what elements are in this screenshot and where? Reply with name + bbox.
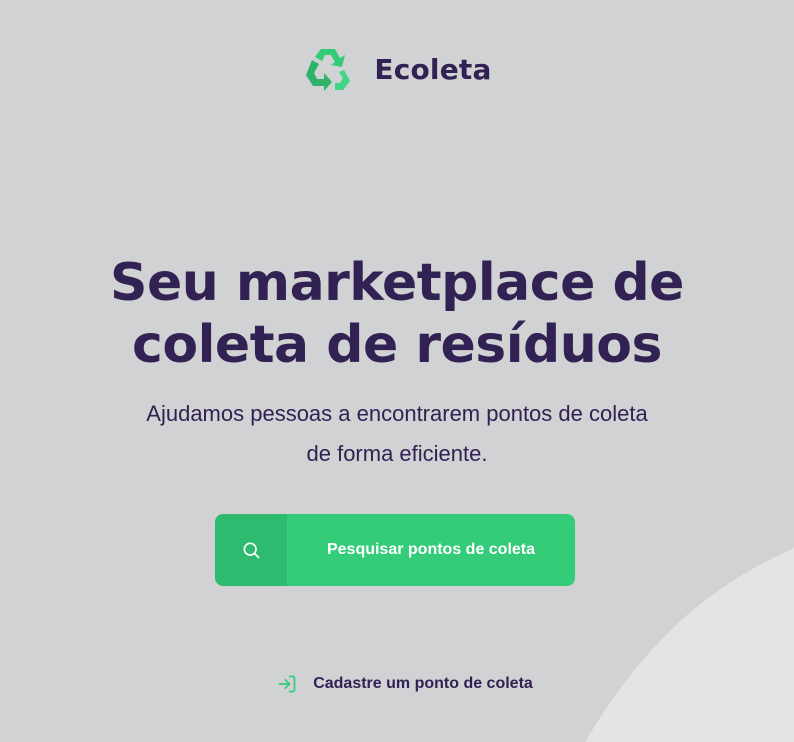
header: Ecoleta <box>0 44 794 94</box>
hero-subtitle: Ajudamos pessoas a encontrarem pontos de… <box>117 394 677 474</box>
brand-name: Ecoleta <box>374 52 492 86</box>
hero-subtitle-line-1: Ajudamos pessoas a encontrarem pontos de… <box>146 401 648 426</box>
hero-subtitle-line-2: de forma eficiente. <box>306 441 488 466</box>
hero-title-line-1: Seu marketplace de <box>110 253 684 313</box>
register-link-content: Cadastre um ponto de coleta <box>277 674 533 694</box>
hero-title: Seu marketplace de coleta de resíduos <box>0 252 794 376</box>
search-collection-points-button[interactable]: Pesquisar pontos de coleta <box>215 514 575 586</box>
hero-section: Seu marketplace de coleta de resíduos Aj… <box>0 252 794 474</box>
search-button-label: Pesquisar pontos de coleta <box>326 541 536 558</box>
recycle-icon <box>306 49 351 91</box>
search-icon <box>243 542 260 559</box>
register-collection-point-link[interactable]: Cadastre um ponto de coleta <box>0 674 794 694</box>
search-icon-box <box>215 514 287 586</box>
landing-page: Ecoleta Seu marketplace de coleta de res… <box>0 0 794 742</box>
hero-title-line-2: coleta de resíduos <box>132 315 662 375</box>
log-in-icon <box>278 675 296 693</box>
register-link-label: Cadastre um ponto de coleta <box>313 675 533 692</box>
logo[interactable]: Ecoleta <box>302 44 491 94</box>
